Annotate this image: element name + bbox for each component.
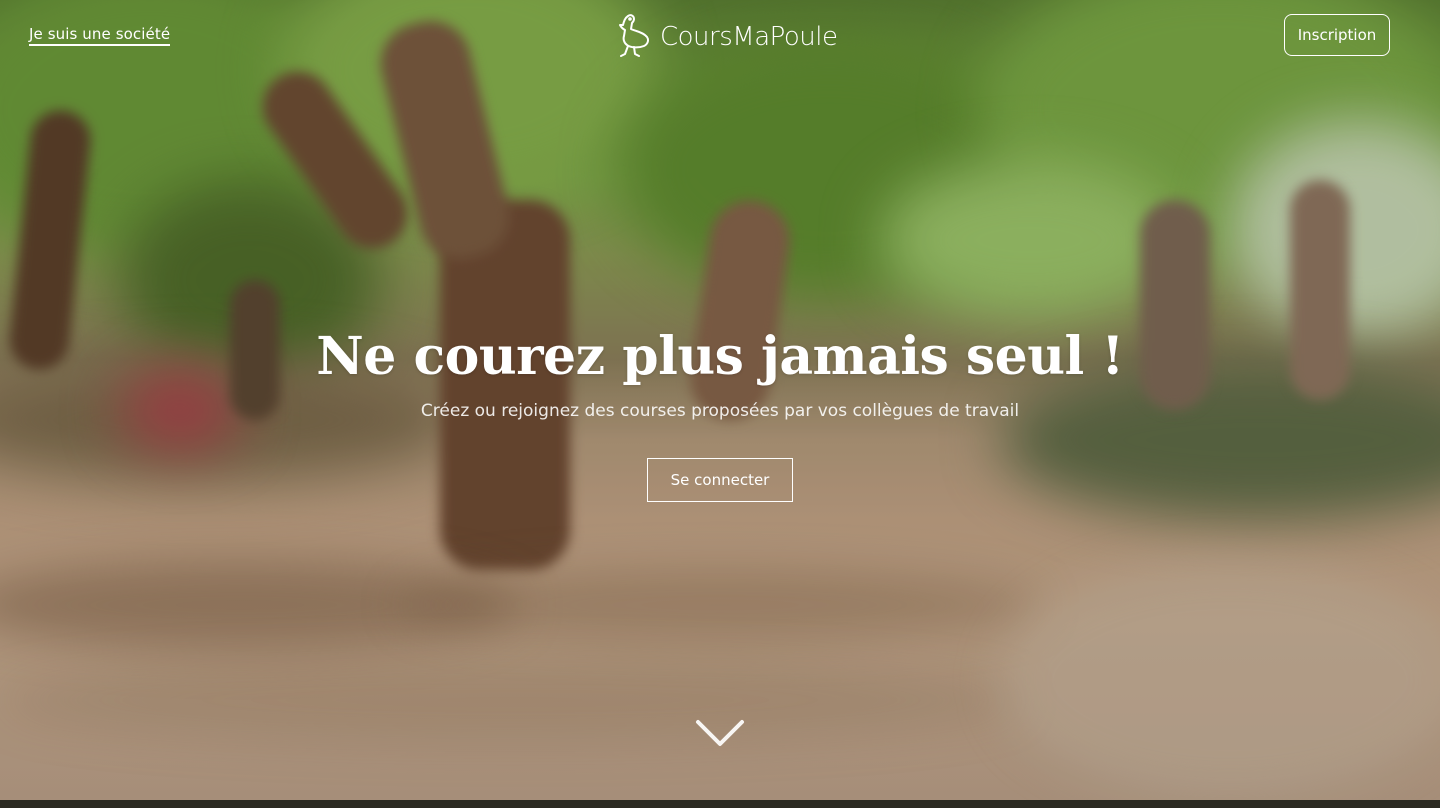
- chevron-down-icon[interactable]: [694, 716, 746, 750]
- chicken-icon: [614, 12, 652, 62]
- company-link[interactable]: Je suis une société: [29, 25, 171, 46]
- hero-headline: Ne courez plus jamais seul !: [316, 326, 1124, 387]
- signup-button[interactable]: Inscription: [1284, 14, 1390, 56]
- logo-text: CoursMaPoule: [660, 22, 838, 52]
- hero-subtitle: Créez ou rejoignez des courses proposées…: [420, 401, 1020, 421]
- logo[interactable]: CoursMaPoule: [614, 12, 838, 62]
- hero-section: Je suis une société CoursMaPoule Inscrip…: [0, 0, 1440, 800]
- login-button[interactable]: Se connecter: [647, 458, 793, 502]
